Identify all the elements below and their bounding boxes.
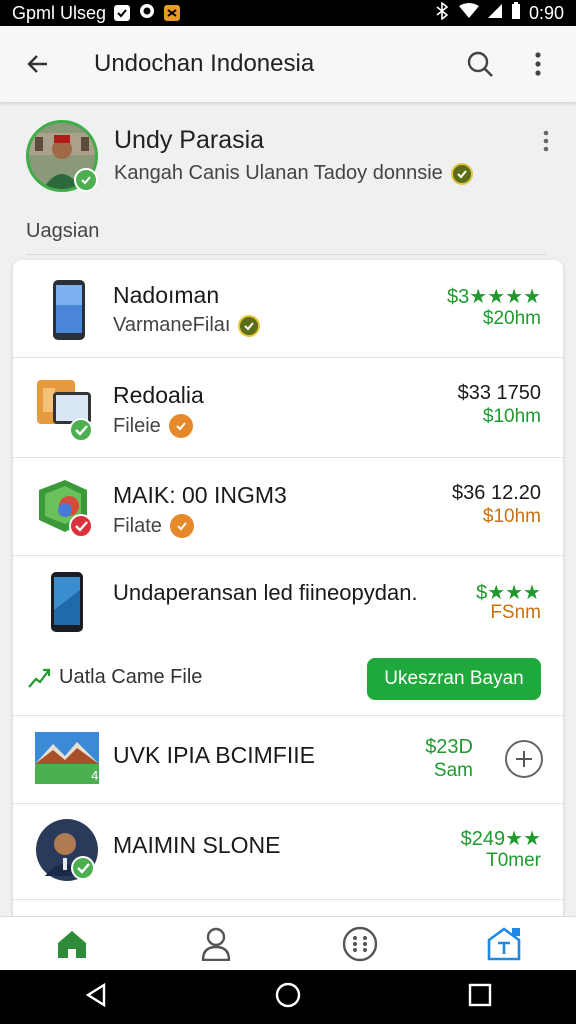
action-row: Uatla Came File Ukeszran Bayan (13, 650, 563, 716)
item-title: MAIMIN SLONE (113, 832, 281, 858)
notification-app-icon (164, 5, 181, 21)
nav-store[interactable] (474, 919, 534, 969)
section-divider (26, 254, 546, 255)
system-back-button[interactable] (84, 982, 108, 1013)
item-title: UVK IPIA BCIMFIIE (113, 742, 315, 768)
overflow-menu-button[interactable] (518, 44, 558, 84)
profile-subtitle-row: Kangah Canis Ulanan Tadoy donnsie (114, 162, 473, 185)
item-meta: FSnm (490, 602, 541, 623)
tablet-thumbnail (35, 378, 99, 442)
item-meta: $10hm (482, 506, 541, 527)
search-icon (467, 51, 493, 77)
system-home-button[interactable] (275, 982, 301, 1013)
verified-check-icon (74, 168, 98, 192)
home-icon (58, 930, 86, 958)
system-navigation (0, 970, 576, 1024)
profile-emblem-icon (450, 162, 473, 185)
app-bar: Undochan Indonesia (0, 26, 576, 102)
item-subtitle: Fileie (113, 414, 161, 437)
more-vert-icon (535, 52, 541, 76)
more-vert-icon (543, 130, 549, 152)
items-card: Nadoıman VarmaneFilaı $3★★★★ $20hm Redoa… (13, 260, 563, 930)
section-label: Uagsian (26, 220, 100, 242)
profile-name: Undy Parasia (114, 126, 265, 154)
item-title: Undaperansan led fiineopydan. (113, 580, 418, 605)
triangle-back-icon (85, 982, 105, 1007)
status-bar: Gpml Ulseg 0:90 (0, 0, 576, 26)
list-item[interactable]: Nadoıman VarmaneFilaı $3★★★★ $20hm (13, 260, 563, 358)
item-price: $33 1750 (457, 382, 541, 404)
profile-more-button[interactable] (542, 130, 550, 157)
item-price: $36 12.20 (452, 482, 541, 504)
apps-grid-icon (342, 926, 378, 961)
verified-badge-icon (168, 414, 193, 438)
item-meta: $20hm (482, 308, 541, 329)
item-meta: T0mer (486, 850, 541, 871)
list-item[interactable]: Undaperansan led fiineopydan. $★★★ FSnm (13, 556, 563, 650)
item-subtitle: VarmaneFilaı (113, 314, 231, 336)
bluetooth-icon (433, 0, 451, 25)
back-button[interactable] (18, 44, 58, 84)
search-button[interactable] (460, 44, 500, 84)
list-item[interactable]: Redoalia Fileie $33 1750 $10hm (13, 358, 563, 458)
item-price: $3★★★★ (447, 286, 541, 308)
item-subtitle: Filate (113, 514, 162, 537)
profile-subtitle: Kangah Canis Ulanan Tadoy donnsie (114, 162, 443, 184)
item-title: Redoalia (113, 382, 204, 408)
verified-badge-icon (169, 514, 194, 538)
status-carrier-text: Gpml Ulseg (12, 2, 107, 23)
item-title: MAIK: 00 INGM3 (113, 482, 287, 508)
page-title: Undochan Indonesia (94, 50, 315, 77)
item-meta: Sam (433, 760, 473, 781)
item-subtitle-row: VarmaneFilaı (113, 314, 261, 337)
item-title: Nadoıman (113, 282, 220, 308)
add-button[interactable] (505, 740, 543, 778)
notification-check-icon (114, 5, 131, 21)
circle-home-icon (275, 982, 301, 1007)
app-box-thumbnail (35, 476, 99, 540)
action-label: Uatla Came File (59, 666, 203, 688)
item-subtitle-row: Fileie (113, 414, 193, 438)
person-avatar-thumbnail (35, 818, 99, 882)
emblem-icon (238, 314, 261, 337)
profile-avatar[interactable] (26, 120, 98, 192)
primary-action-button[interactable]: Ukeszran Bayan (367, 658, 541, 700)
nav-apps[interactable] (330, 919, 390, 969)
list-item[interactable]: 4 UVK IPIA BCIMFIIE $23D Sam (13, 716, 563, 804)
person-icon (201, 927, 231, 961)
notification-circle-icon (138, 2, 156, 25)
signal-icon (487, 3, 503, 24)
item-price: $23D (425, 736, 473, 758)
profile-header: Undy Parasia Kangah Canis Ulanan Tadoy d… (0, 110, 576, 210)
nav-profile[interactable] (186, 919, 246, 969)
phone-thumbnail (35, 570, 99, 634)
square-recents-icon (469, 983, 492, 1006)
status-time: 0:90 (528, 2, 564, 23)
system-recents-button[interactable] (468, 983, 492, 1012)
landscape-thumbnail: 4 (35, 730, 99, 794)
wifi-icon (458, 2, 479, 24)
item-subtitle-row: Filate (113, 514, 194, 538)
battery-icon (511, 1, 521, 25)
plus-icon (516, 751, 532, 767)
list-item[interactable]: MAIK: 00 INGM3 Filate $36 12.20 $10hm (13, 458, 563, 556)
trend-line-icon (28, 668, 51, 688)
list-item[interactable]: MAIMIN SLONE $249★★ T0mer (13, 804, 563, 900)
action-label-row: Uatla Came File (27, 666, 202, 689)
arrow-left-icon (27, 55, 47, 73)
item-meta: $10hm (482, 406, 541, 427)
svg-text:4: 4 (91, 769, 99, 783)
nav-home[interactable] (42, 919, 102, 969)
bottom-navigation (0, 916, 576, 970)
store-icon (487, 926, 521, 960)
phone-thumbnail (35, 278, 99, 342)
item-price: $249★★ (460, 828, 541, 850)
